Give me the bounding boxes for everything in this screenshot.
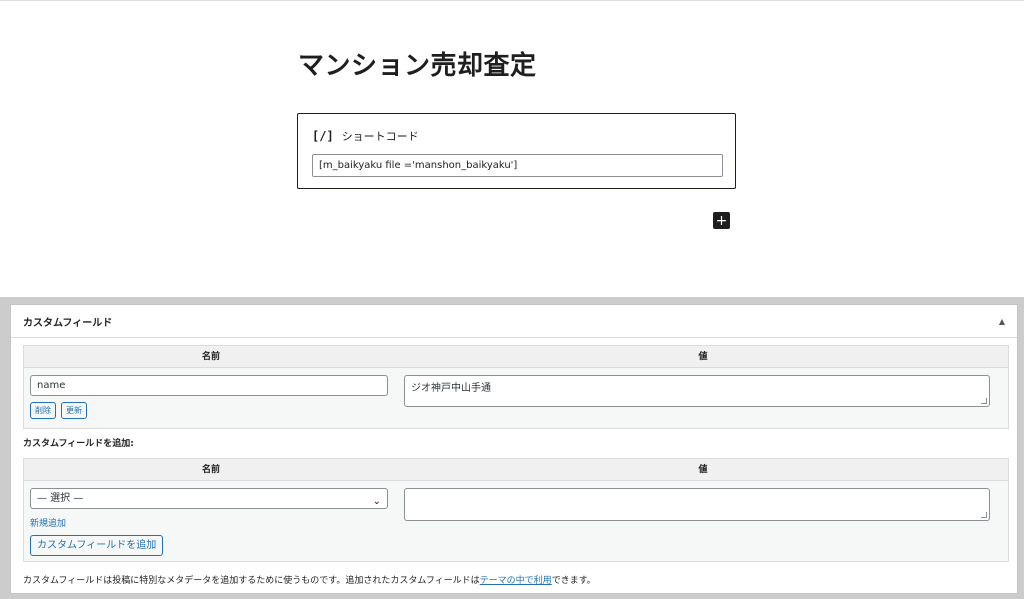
new-field-table: 名前 値 — 選択 — ⌄ 新規追加 カスタムフィールドを追加	[23, 458, 1009, 562]
custom-fields-metabox: カスタムフィールド ▲ 名前 値 name ジオ神戸中山手通 削除 更新 カスタ…	[10, 304, 1018, 594]
existing-fields-table: 名前 値 name ジオ神戸中山手通 削除 更新	[23, 345, 1009, 429]
plus-icon: +	[715, 212, 728, 229]
shortcode-input-value: [m_baikyaku file ='manshon_baikyaku']	[319, 160, 518, 171]
resize-handle-icon[interactable]	[981, 398, 987, 404]
theme-usage-link[interactable]: テーマの中で利用	[480, 576, 552, 586]
shortcode-input[interactable]: [m_baikyaku file ='manshon_baikyaku']	[312, 154, 723, 177]
field-value-textarea[interactable]: ジオ神戸中山手通	[404, 375, 990, 407]
delete-field-button[interactable]: 削除	[30, 402, 56, 419]
col-value-header: 値	[698, 465, 708, 475]
new-value-textarea[interactable]	[404, 488, 990, 521]
block-editor-canvas: マンション売却査定 [/] ショートコード [m_baikyaku file =…	[0, 1, 1024, 297]
field-name-input[interactable]: name	[30, 375, 388, 396]
meta-boxes-area: カスタムフィールド ▲ 名前 値 name ジオ神戸中山手通 削除 更新 カスタ…	[0, 297, 1024, 599]
col-name-header: 名前	[201, 352, 220, 362]
new-field-link[interactable]: 新規追加	[30, 516, 66, 529]
help-text: カスタムフィールドは投稿に特別なメタデータを追加するために使うものです。追加され…	[23, 573, 596, 586]
add-custom-field-button[interactable]: カスタムフィールドを追加	[30, 535, 164, 556]
metabox-title: カスタムフィールド	[23, 317, 113, 329]
field-name-value: name	[37, 380, 66, 391]
chevron-down-icon: ⌄	[372, 496, 381, 507]
meta-key-select[interactable]: — 選択 — ⌄	[30, 488, 388, 509]
new-field-header: 名前 値	[24, 459, 1008, 481]
update-field-button[interactable]: 更新	[61, 402, 87, 419]
add-field-heading: カスタムフィールドを追加:	[23, 439, 134, 449]
help-text-before: カスタムフィールドは投稿に特別なメタデータを追加するために使うものです。追加され…	[23, 576, 480, 586]
resize-handle-icon[interactable]	[981, 512, 987, 518]
metabox-header[interactable]: カスタムフィールド ▲	[11, 305, 1017, 338]
col-name-header: 名前	[201, 465, 220, 475]
shortcode-icon: [/]	[312, 129, 334, 143]
shortcode-block-label: [/] ショートコード	[312, 128, 419, 144]
post-title[interactable]: マンション売却査定	[298, 45, 537, 82]
col-value-header: 値	[698, 352, 708, 362]
shortcode-block[interactable]: [/] ショートコード [m_baikyaku file ='manshon_b…	[297, 113, 736, 189]
shortcode-label-text: ショートコード	[341, 130, 419, 143]
existing-fields-header: 名前 値	[24, 346, 1008, 368]
add-block-button[interactable]: +	[713, 212, 730, 229]
meta-key-selected: — 選択 —	[37, 493, 84, 504]
field-value-text: ジオ神戸中山手通	[411, 383, 491, 394]
help-text-after: できます。	[551, 576, 596, 586]
collapse-arrow-icon[interactable]: ▲	[999, 317, 1005, 326]
